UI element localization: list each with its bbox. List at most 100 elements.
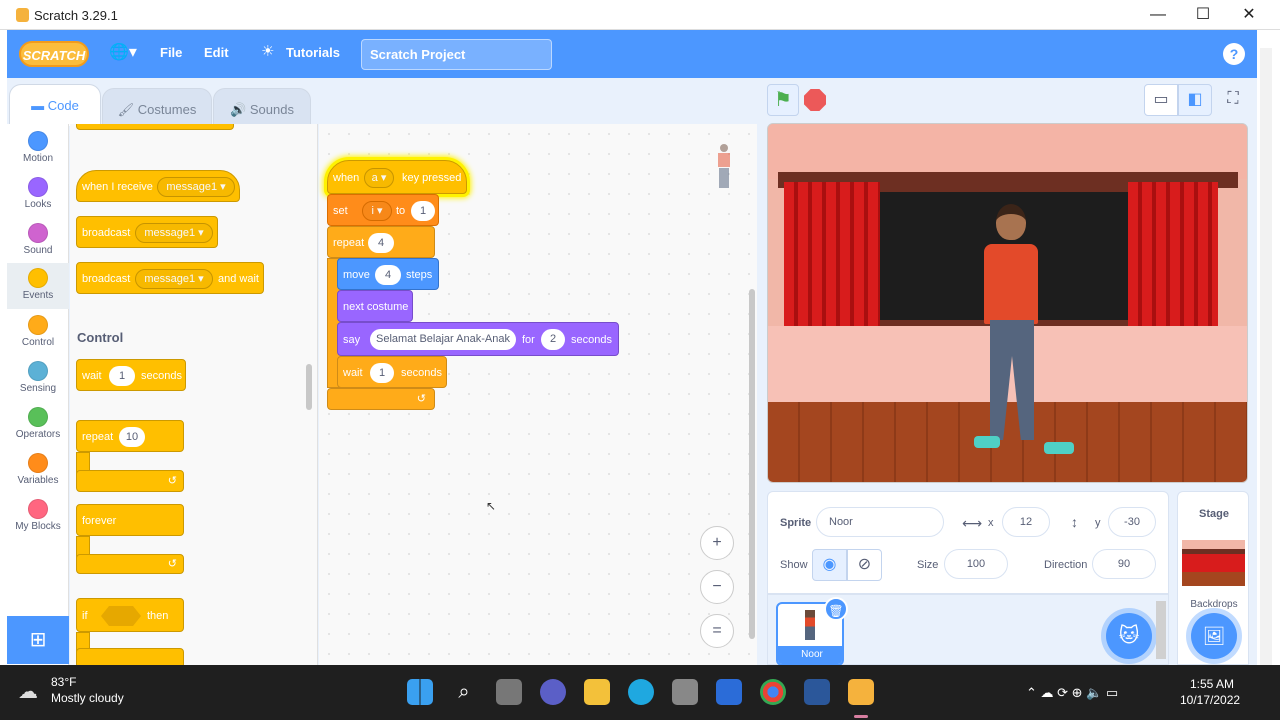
stage-selector-panel[interactable]: Stage Backdrops 🖼 [1177,491,1249,665]
show-visible-button[interactable]: ◉ [812,549,847,581]
when-i-receive-block[interactable]: when I receive message1 ▾ [76,170,240,202]
help-icon[interactable]: ? [1223,43,1245,65]
when-key-pressed-block[interactable]: when a ▾ key pressed [327,160,467,194]
choose-sprite-cat-icon[interactable]: 🐱 [1106,613,1152,659]
broadcast-block[interactable]: broadcast message1 ▾ [76,216,218,248]
normal-stage-button[interactable]: ◧ [1178,84,1212,116]
fullscreen-button[interactable]: ⛶ [1218,84,1248,116]
set-value-input[interactable]: 1 [411,201,435,221]
edit-menu[interactable]: Edit [204,45,229,60]
window-scrollbar[interactable] [1260,48,1272,665]
wait-block[interactable]: wait 1 seconds [76,359,186,391]
delete-sprite-trash-icon[interactable]: 🗑 [824,597,848,621]
message-dropdown[interactable]: message1 ▾ [135,223,213,243]
key-dropdown[interactable]: a ▾ [364,168,394,188]
tab-sounds[interactable]: 🔊 Sounds [213,88,311,128]
task-view-icon[interactable] [496,679,522,705]
x-label: x [988,517,994,529]
sprite-name-input[interactable]: Noor [816,507,944,537]
category-looks[interactable]: Looks [7,172,69,218]
size-input[interactable]: 100 [944,549,1008,579]
broadcast-label: broadcast [82,273,131,285]
language-globe-icon[interactable]: 🌐▾ [109,42,137,62]
right-curtain [1128,182,1218,330]
repeat-input[interactable]: 10 [119,427,145,447]
weather-condition[interactable]: Mostly cloudy [51,691,124,705]
repeat-4-block[interactable]: repeat 4 [327,226,435,258]
current-sprite-preview [716,144,732,190]
zoom-in-button[interactable]: + [700,526,734,560]
repeat-block[interactable]: repeat 10 [76,420,184,452]
message-dropdown[interactable]: message1 ▾ [135,269,213,289]
stage-canvas[interactable] [767,123,1248,483]
category-variables[interactable]: Variables [7,448,69,494]
show-hidden-button[interactable]: ⊘ [847,549,882,581]
condition-slot[interactable] [101,606,141,626]
edge-browser-icon[interactable] [628,679,654,705]
editor-app-icon[interactable] [716,679,742,705]
eye-icon: ◉ [822,556,837,573]
category-my-blocks[interactable]: My Blocks [7,494,69,540]
sprite-list-scrollbar[interactable] [1156,601,1166,659]
partial-block[interactable] [76,124,234,130]
word-icon[interactable] [804,679,830,705]
scratch-logo[interactable]: SCRATCH [19,41,89,67]
tray-icons[interactable]: ⌃ ☁ ⟳ ⊕ 🔈 ▭ [1026,685,1118,701]
tab-costumes[interactable]: 🖌 Costumes [102,88,212,128]
wait-value-input[interactable]: 1 [370,363,394,383]
file-explorer-icon[interactable] [584,679,610,705]
search-icon[interactable]: ⌕ [451,679,477,705]
clock-date[interactable]: 10/17/2022 [1180,693,1240,707]
category-control[interactable]: Control [7,310,69,356]
category-motion[interactable]: Motion [7,126,69,172]
start-windows-icon[interactable] [407,679,433,705]
zoom-out-button[interactable]: − [700,570,734,604]
message-dropdown[interactable]: message1 ▾ [157,177,235,197]
clock-time[interactable]: 1:55 AM [1190,677,1234,691]
block-palette[interactable]: when I receive message1 ▾ broadcast mess… [70,124,318,665]
add-extension-button[interactable]: ⊞ [7,616,69,664]
tutorials-button[interactable]: Tutorials [286,45,340,60]
next-costume-block[interactable]: next costume [337,290,413,322]
chat-icon[interactable] [540,679,566,705]
variable-dropdown[interactable]: i ▾ [362,201,392,221]
tab-code[interactable]: ▬ Code [9,84,101,126]
file-menu[interactable]: File [160,45,182,60]
direction-input[interactable]: 90 [1092,549,1156,579]
category-operators[interactable]: Operators [7,402,69,448]
small-stage-button[interactable]: ▭ [1144,84,1178,116]
scratch-taskbar-icon[interactable] [848,679,874,705]
script-vertical-scrollbar[interactable] [749,289,755,639]
choose-backdrop-image-icon[interactable]: 🖼 [1191,613,1237,659]
chrome-icon[interactable] [760,679,786,705]
green-flag-button[interactable]: ⚑ [767,84,799,116]
palette-scrollbar[interactable] [306,364,312,410]
category-sound[interactable]: Sound [7,218,69,264]
say-for-seconds-block[interactable]: say Selamat Belajar Anak-Anak for 2 seco… [337,322,619,356]
y-input[interactable]: -30 [1108,507,1156,537]
zoom-reset-button[interactable]: = [700,614,734,648]
active-app-indicator [854,715,868,718]
broadcast-and-wait-block[interactable]: broadcast message1 ▾ and wait [76,262,264,294]
category-events[interactable]: Events [7,263,69,309]
maximize-button[interactable]: ☐ [1180,0,1226,30]
if-then-block[interactable]: if then [76,598,184,632]
move-value-input[interactable]: 4 [375,265,401,285]
say-seconds-input[interactable]: 2 [541,329,565,350]
x-input[interactable]: 12 [1002,507,1050,537]
close-button[interactable]: ✕ [1226,0,1272,30]
weather-temp[interactable]: 83°F [51,675,76,689]
minimize-button[interactable]: — [1135,0,1181,30]
wait-input[interactable]: 1 [109,366,135,386]
set-variable-block[interactable]: set i ▾ to 1 [327,194,439,226]
forever-block[interactable]: forever [76,504,184,536]
wait-seconds-block[interactable]: wait 1 seconds [337,356,447,388]
repeat-value-input[interactable]: 4 [368,233,394,253]
store-icon[interactable] [672,679,698,705]
move-steps-block[interactable]: move 4 steps [337,258,439,290]
fullscreen-icon: ⛶ [1227,90,1239,107]
script-area[interactable]: when a ▾ key pressed set i ▾ to 1 repeat… [319,124,757,665]
project-title-input[interactable]: Scratch Project [361,39,552,70]
category-sensing[interactable]: Sensing [7,356,69,402]
say-text-input[interactable]: Selamat Belajar Anak-Anak [370,329,516,350]
